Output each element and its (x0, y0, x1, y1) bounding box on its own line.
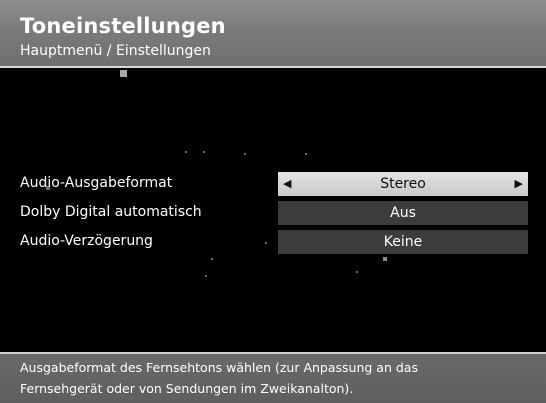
decorative-dot (185, 151, 187, 153)
arrow-left-icon[interactable]: ◀ (283, 172, 291, 196)
audio-format-selector[interactable]: ◀ Stereo ▶ (278, 172, 528, 196)
decorative-dot (244, 153, 246, 155)
audio-delay-value: Keine (383, 234, 423, 250)
audio-delay-selector[interactable]: Keine (278, 230, 528, 254)
help-text-line-2: Fernsehgerät oder von Sendungen im Zweik… (20, 381, 354, 396)
help-text-line-1: Ausgabeformat des Fernsehtons wählen (zu… (20, 360, 418, 375)
settings-screen: Toneinstellungen Hauptmenü / Einstellung… (0, 0, 546, 403)
breadcrumb: Hauptmenü / Einstellungen (20, 43, 211, 59)
dolby-digital-selector[interactable]: Aus (278, 201, 528, 225)
decorative-dot (203, 151, 205, 153)
dolby-digital-value: Aus (390, 205, 416, 221)
setting-label-audio-delay: Audio-Verzögerung (20, 233, 153, 249)
page-title: Toneinstellungen (20, 14, 226, 38)
help-footer: Ausgabeformat des Fernsehtons wählen (zu… (0, 354, 546, 403)
decorative-dot (205, 275, 207, 277)
decorative-dot (383, 257, 387, 261)
decorative-dot (305, 153, 307, 155)
setting-label-dolby-digital: Dolby Digital automatisch (20, 204, 202, 220)
header-divider (0, 66, 546, 68)
setting-label-audio-format: Audio-Ausgabeformat (20, 175, 173, 191)
decorative-dot (356, 271, 358, 273)
decorative-square (120, 70, 127, 77)
decorative-dot (211, 258, 213, 260)
arrow-right-icon[interactable]: ▶ (515, 172, 523, 196)
header-bar: Toneinstellungen Hauptmenü / Einstellung… (0, 0, 546, 66)
audio-format-value: Stereo (380, 176, 426, 192)
decorative-dot (265, 242, 267, 244)
